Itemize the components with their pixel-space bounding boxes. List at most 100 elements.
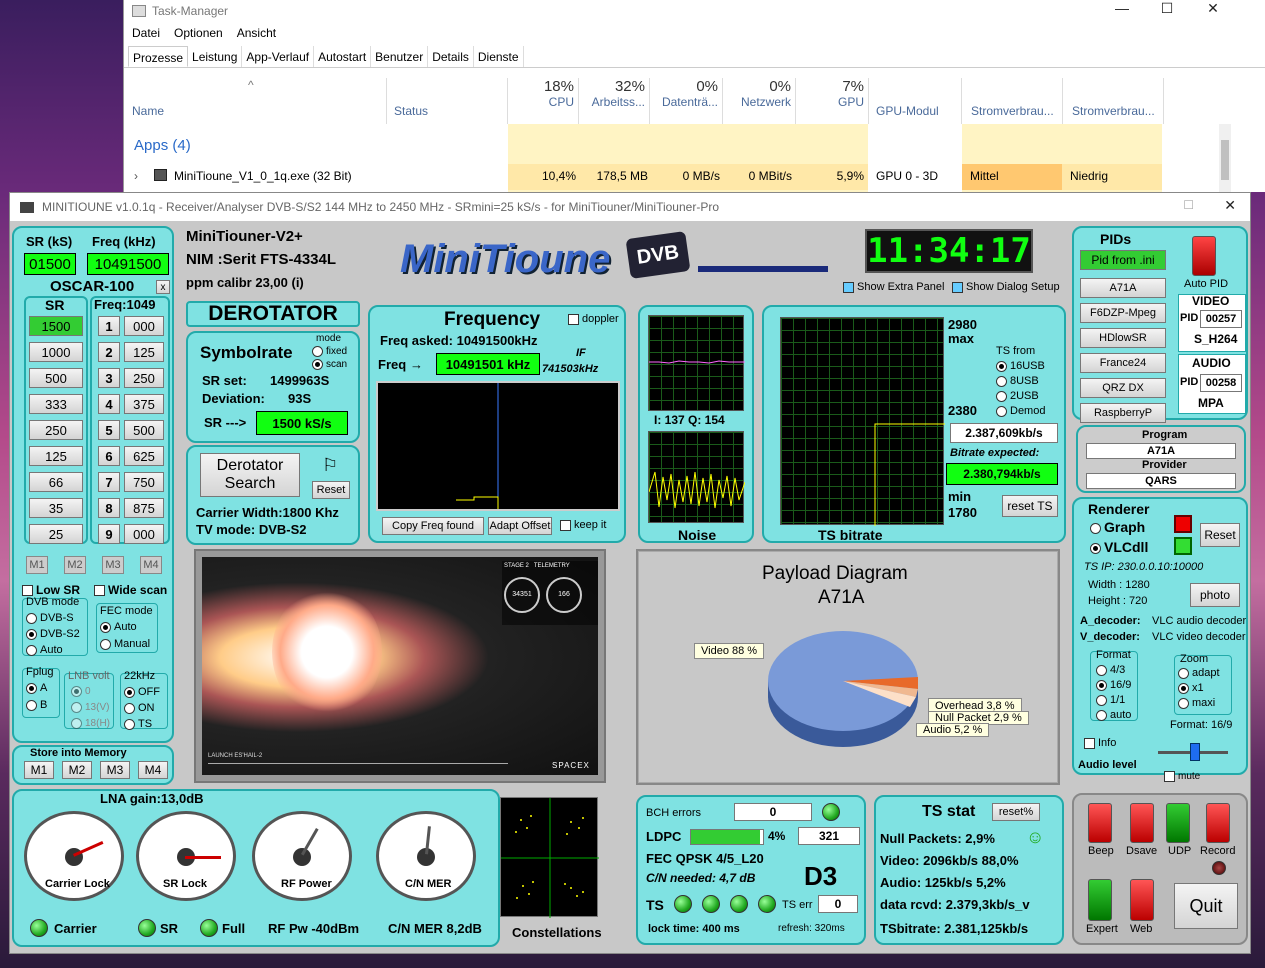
freq-digit-button-7[interactable]: 8	[98, 498, 120, 518]
menu-ansicht[interactable]: Ansicht	[237, 26, 276, 40]
col-name[interactable]: Name	[132, 78, 387, 124]
dvb-s2-radio[interactable]: DVB-S2	[26, 628, 80, 640]
fec-manual-radio[interactable]: Manual	[100, 638, 150, 650]
expand-chevron-icon[interactable]: ›	[134, 169, 138, 183]
udp-switch[interactable]	[1166, 803, 1190, 843]
freq-step-button-2[interactable]: 250	[124, 368, 164, 388]
col-cpu[interactable]: 18% CPU	[509, 78, 579, 124]
format-auto-radio[interactable]: auto	[1096, 709, 1131, 721]
fplug-b-radio[interactable]: B	[26, 699, 47, 711]
mode-fixed-radio[interactable]: fixed	[312, 346, 347, 357]
freq-digit-button-5[interactable]: 6	[98, 446, 120, 466]
memory-recall-2[interactable]: M2	[64, 556, 86, 574]
freq-digit-button-0[interactable]: 1	[98, 316, 120, 336]
minimize-button[interactable]: —	[1099, 0, 1145, 18]
freq-step-button-6[interactable]: 750	[124, 472, 164, 492]
col-gpumodul[interactable]: GPU-Modul	[870, 78, 962, 124]
menu-datei[interactable]: Datei	[132, 26, 160, 40]
memory-recall-3[interactable]: M3	[102, 556, 124, 574]
renderer-reset-button[interactable]: Reset	[1200, 523, 1240, 547]
freq-step-button-3[interactable]: 375	[124, 394, 164, 414]
format-11-radio[interactable]: 1/1	[1096, 694, 1125, 706]
sr-button-1[interactable]: 1000	[29, 342, 83, 362]
sat-x-button[interactable]: x	[156, 280, 170, 294]
reset-ts-button[interactable]: reset TS	[1002, 495, 1058, 517]
pid-preset-2[interactable]: HDlowSR	[1080, 328, 1166, 348]
freq-step-button-1[interactable]: 125	[124, 342, 164, 362]
format-43-radio[interactable]: 4/3	[1096, 664, 1125, 676]
derotator-reset-button[interactable]: Reset	[312, 481, 350, 499]
zoom-adapt-radio[interactable]: adapt	[1178, 667, 1220, 679]
format-169-radio[interactable]: 16/9	[1096, 679, 1131, 691]
lnb-0-radio[interactable]: 0	[71, 686, 91, 697]
mode-scan-radio[interactable]: scan	[312, 359, 347, 370]
sr-button-3[interactable]: 333	[29, 394, 83, 414]
freq-digit-button-4[interactable]: 5	[98, 420, 120, 440]
memory-store-4[interactable]: M4	[138, 761, 168, 779]
sr-button-5[interactable]: 125	[29, 446, 83, 466]
ts-stat-reset-button[interactable]: reset%	[992, 803, 1040, 821]
tab-dienste[interactable]: Dienste	[474, 46, 524, 67]
process-row[interactable]: › MiniTioune_V1_0_1q.exe (32 Bit) 10,4% …	[124, 164, 1219, 190]
fec-auto-radio[interactable]: Auto	[100, 621, 137, 633]
tab-details[interactable]: Details	[428, 46, 474, 67]
record-switch[interactable]	[1206, 803, 1230, 843]
audio-pid-value[interactable]: 00258	[1200, 374, 1242, 392]
col-disk[interactable]: 0% Datenträ...	[651, 78, 723, 124]
tab-app-verlauf[interactable]: App-Verlauf	[242, 46, 315, 67]
tab-autostart[interactable]: Autostart	[314, 46, 372, 67]
sr-button-8[interactable]: 25	[29, 524, 83, 544]
freq-digit-button-3[interactable]: 4	[98, 394, 120, 414]
low-sr-checkbox[interactable]: Low SR	[22, 583, 80, 597]
freq-step-button-4[interactable]: 500	[124, 420, 164, 440]
ts-16usb-radio[interactable]: 16USB	[996, 360, 1045, 372]
doppler-checkbox[interactable]: doppler	[568, 313, 619, 325]
info-checkbox[interactable]: Info	[1084, 737, 1116, 749]
col-power[interactable]: Stromverbrau...	[963, 78, 1063, 124]
lnb-18-radio[interactable]: 18(H)	[71, 718, 110, 729]
col-power-trend[interactable]: Stromverbrau...	[1064, 78, 1164, 124]
web-switch[interactable]	[1130, 879, 1154, 921]
maximize-button[interactable]: ☐	[1144, 0, 1190, 18]
freq-step-button-7[interactable]: 875	[124, 498, 164, 518]
freq-digit-button-2[interactable]: 3	[98, 368, 120, 388]
auto-pid-switch[interactable]	[1192, 236, 1216, 276]
dsave-switch[interactable]	[1130, 803, 1154, 843]
audio-slider-thumb[interactable]	[1190, 743, 1200, 761]
dialog-setup-checkbox[interactable]: Show Dialog Setup	[952, 281, 1060, 293]
tab-prozesse[interactable]: Prozesse	[128, 46, 189, 67]
copy-freq-button[interactable]: Copy Freq found	[382, 517, 484, 535]
sr-button-4[interactable]: 250	[29, 420, 83, 440]
col-gpu[interactable]: 7% GPU	[797, 78, 869, 124]
wide-scan-checkbox[interactable]: Wide scan	[94, 583, 167, 597]
pid-from-ini-button[interactable]: Pid from .ini	[1080, 250, 1166, 270]
freq-digit-button-6[interactable]: 7	[98, 472, 120, 492]
scrollbar[interactable]	[1219, 124, 1231, 192]
app-close-button[interactable]: ✕	[1224, 197, 1236, 214]
sr-button-0[interactable]: 1500	[29, 316, 83, 336]
video-pid-value[interactable]: 00257	[1200, 310, 1242, 328]
dvb-auto-radio[interactable]: Auto	[26, 644, 63, 656]
mute-checkbox[interactable]: mute	[1164, 771, 1200, 782]
memory-store-2[interactable]: M2	[62, 761, 92, 779]
photo-button[interactable]: photo	[1190, 583, 1240, 607]
pid-preset-5[interactable]: RaspberryP	[1080, 403, 1166, 423]
freq-digit-button-1[interactable]: 2	[98, 342, 120, 362]
pid-preset-1[interactable]: F6DZP-Mpeg	[1080, 303, 1166, 323]
zoom-x1-radio[interactable]: x1	[1178, 682, 1204, 694]
ts-8usb-radio[interactable]: 8USB	[996, 375, 1039, 387]
expert-switch[interactable]	[1088, 879, 1112, 921]
derotator-search-button[interactable]: Derotator Search	[200, 453, 300, 497]
menu-optionen[interactable]: Optionen	[174, 26, 223, 40]
sr-button-7[interactable]: 35	[29, 498, 83, 518]
tab-benutzer[interactable]: Benutzer	[371, 46, 429, 67]
22khz-off-radio[interactable]: OFF	[124, 686, 160, 698]
col-net[interactable]: 0% Netzwerk	[724, 78, 796, 124]
app-maximize-button[interactable]: ☐	[1183, 198, 1194, 212]
zoom-maxi-radio[interactable]: maxi	[1178, 697, 1215, 709]
memory-recall-1[interactable]: M1	[26, 556, 48, 574]
freq-step-button-8[interactable]: 000	[124, 524, 164, 544]
freq-digit-button-8[interactable]: 9	[98, 524, 120, 544]
apps-group-row[interactable]: Apps (4)	[124, 124, 1219, 192]
vlc-radio[interactable]: VLCdll	[1090, 539, 1148, 555]
